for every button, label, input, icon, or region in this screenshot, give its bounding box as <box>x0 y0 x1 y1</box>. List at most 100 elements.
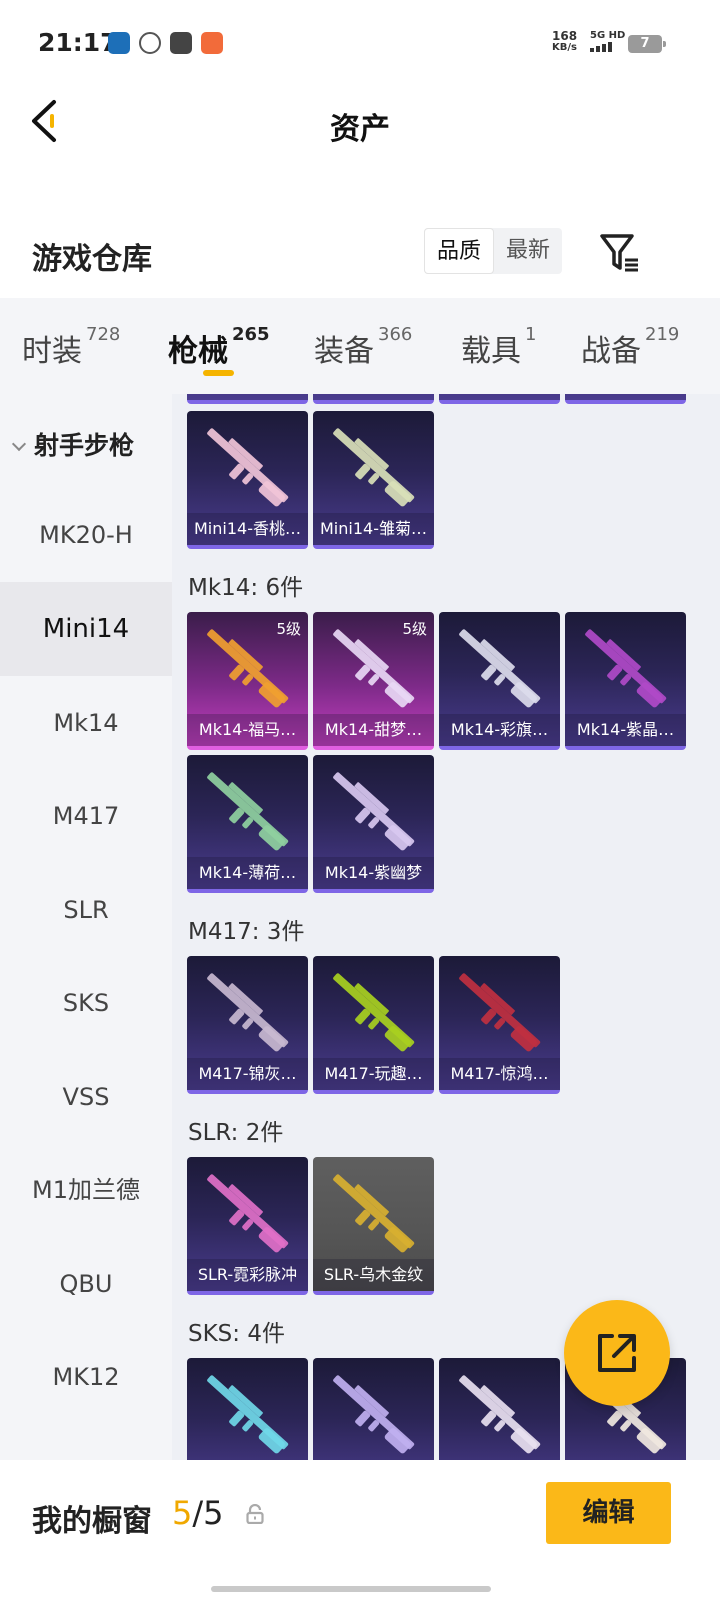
page-title: 资产 <box>330 112 390 147</box>
weapon-card-partial[interactable] <box>313 394 434 404</box>
filter-button[interactable] <box>598 230 642 274</box>
share-button[interactable] <box>564 1300 670 1406</box>
weapon-card[interactable]: SLR-霓彩脉冲 <box>187 1157 308 1295</box>
weapon-level-badge: 5级 <box>402 620 427 638</box>
weapon-image <box>207 772 289 851</box>
tab-label: 枪械 <box>168 334 228 369</box>
weapon-image <box>459 1375 541 1454</box>
weapon-name: SLR-乌木金纹 <box>313 1259 434 1291</box>
app-notification-icon <box>108 32 130 54</box>
weapon-card-partial[interactable] <box>565 394 686 404</box>
weapon-image <box>333 428 415 507</box>
weapon-image <box>459 629 541 708</box>
weapon-card[interactable] <box>187 1358 308 1460</box>
sort-option-quality[interactable]: 品质 <box>424 228 495 274</box>
weapon-image <box>207 1174 289 1253</box>
group-label-m417: M417: 3件 <box>188 919 305 945</box>
sidebar-group-label: 射手步枪 <box>34 431 135 460</box>
weapon-name: Mini14-雏菊… <box>313 513 434 545</box>
weapon-card[interactable]: M417-玩趣… <box>313 956 434 1094</box>
weapon-name: Mk14-紫晶… <box>565 714 686 746</box>
tab-label: 战备 <box>581 334 641 369</box>
status-bar: 21:17 168 KB/s 5G HD 7 <box>0 0 720 84</box>
weapon-card[interactable] <box>439 1358 560 1460</box>
tab-count: 728 <box>86 324 121 345</box>
status-time: 21:17 <box>38 28 118 57</box>
weapon-card-partial[interactable] <box>439 394 560 404</box>
tab-vehicles[interactable]: 载具 1 <box>461 324 536 370</box>
filter-icon <box>600 234 638 272</box>
tab-label: 载具 <box>461 334 521 369</box>
tab-fashion[interactable]: 时装 728 <box>22 324 121 370</box>
sort-option-newest[interactable]: 最新 <box>494 228 562 274</box>
showcase-label: 我的橱窗 <box>32 1504 152 1539</box>
weapon-card[interactable]: Mini14-雏菊… <box>313 411 434 549</box>
tab-count: 219 <box>645 324 680 345</box>
weapon-card[interactable] <box>313 1358 434 1460</box>
battery-icon: 7 <box>628 35 666 53</box>
showcase-used: 5 <box>172 1494 193 1532</box>
weapon-name: Mk14-彩旗… <box>439 714 560 746</box>
weapon-card[interactable]: Mk14-薄荷… <box>187 755 308 893</box>
sidebar-item-m417[interactable]: M417 <box>0 769 172 863</box>
weapon-name: Mini14-香桃… <box>187 513 308 545</box>
sidebar-item-vss[interactable]: VSS <box>0 1050 172 1144</box>
sidebar-item-sks[interactable]: SKS <box>0 956 172 1050</box>
showcase-total: /5 <box>192 1494 224 1532</box>
sidebar-item-mk12[interactable]: MK12 <box>0 1330 172 1424</box>
weapon-image <box>333 1174 415 1253</box>
weapon-name: Mk14-薄荷… <box>187 857 308 889</box>
chevron-down-icon <box>11 436 27 452</box>
weapon-name: Mk14-甜梦… <box>313 714 434 746</box>
sidebar-item-qbu[interactable]: QBU <box>0 1237 172 1331</box>
speed-value: 168 <box>552 29 578 43</box>
group-label-slr: SLR: 2件 <box>188 1120 284 1146</box>
network-type: 5G HD <box>590 30 626 41</box>
weapon-name: Mk14-紫幽梦 <box>313 857 434 889</box>
sidebar-item-mini14[interactable]: Mini14 <box>0 582 172 676</box>
weapon-card[interactable]: Mk14-紫幽梦 <box>313 755 434 893</box>
signal-bars-icon <box>590 42 612 52</box>
share-icon <box>598 1334 636 1372</box>
weapon-image <box>207 973 289 1052</box>
edit-button[interactable]: 编辑 <box>546 1482 671 1544</box>
sidebar-item-slr[interactable]: SLR <box>0 863 172 957</box>
sidebar-item-mk14[interactable]: Mk14 <box>0 676 172 770</box>
weapon-name: M417-锦灰… <box>187 1058 308 1090</box>
notification-icons <box>108 32 223 54</box>
weapon-card[interactable]: Mk14-彩旗… <box>439 612 560 750</box>
weapon-image <box>207 1375 289 1454</box>
link-notification-icon <box>139 32 161 54</box>
tab-label: 装备 <box>314 334 374 369</box>
sidebar-group-marksman[interactable]: 射手步枪 <box>11 426 135 462</box>
warehouse-title: 游戏仓库 <box>32 242 152 277</box>
weapon-image <box>333 973 415 1052</box>
sidebar-item-m1-garand[interactable]: M1加兰德 <box>0 1143 172 1237</box>
speed-unit: KB/s <box>552 42 578 53</box>
weapon-card[interactable]: Mini14-香桃… <box>187 411 308 549</box>
tab-supplies[interactable]: 战备 219 <box>581 324 680 370</box>
weapon-card[interactable]: Mk14-紫晶… <box>565 612 686 750</box>
weapon-name: M417-玩趣… <box>313 1058 434 1090</box>
weapon-card[interactable]: SLR-乌木金纹 <box>313 1157 434 1295</box>
sidebar-item-mk20h[interactable]: MK20-H <box>0 488 172 582</box>
tab-weapons[interactable]: 枪械 265 <box>168 324 270 370</box>
home-indicator[interactable] <box>211 1586 491 1592</box>
tab-count: 366 <box>378 324 413 345</box>
weapon-card-partial[interactable] <box>187 394 308 404</box>
weapon-name: M417-惊鸿… <box>439 1058 560 1090</box>
weapon-card[interactable]: 5级 Mk14-福马… <box>187 612 308 750</box>
weapon-image <box>333 772 415 851</box>
weapon-name: Mk14-福马… <box>187 714 308 746</box>
mail-notification-icon <box>170 32 192 54</box>
lock-icon <box>246 1504 264 1524</box>
weapon-name: SLR-霓彩脉冲 <box>187 1259 308 1291</box>
weapon-image <box>207 428 289 507</box>
shop-notification-icon <box>201 32 223 54</box>
showcase-count: 5/5 <box>172 1494 224 1532</box>
weapon-card[interactable]: 5级 Mk14-甜梦… <box>313 612 434 750</box>
network-speed: 168 KB/s <box>552 30 577 54</box>
tab-equipment[interactable]: 装备 366 <box>314 324 413 370</box>
weapon-card[interactable]: M417-惊鸿… <box>439 956 560 1094</box>
weapon-card[interactable]: M417-锦灰… <box>187 956 308 1094</box>
